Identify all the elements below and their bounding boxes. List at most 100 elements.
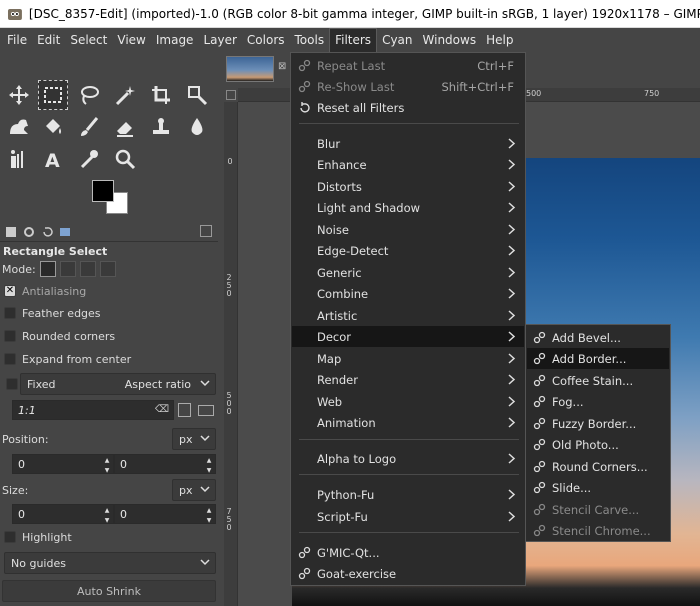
fuzzy-select-icon[interactable] [110, 80, 140, 110]
menu-item-decor[interactable]: Decor [292, 326, 524, 347]
color-picker-icon[interactable] [74, 144, 104, 174]
size-w-spinner[interactable]: ▲ ▼ [102, 505, 112, 525]
zoom-icon[interactable] [110, 144, 140, 174]
antialiasing-checkbox[interactable]: ✕ [4, 285, 16, 297]
fg-bg-colors[interactable] [92, 180, 132, 216]
ruler-corner-icon[interactable] [226, 90, 236, 100]
smudge-icon[interactable] [182, 112, 212, 142]
position-y-spinner[interactable]: ▲ ▼ [204, 455, 214, 475]
warp-icon[interactable] [4, 112, 34, 142]
position-y-input[interactable]: 0 ▲ ▼ [114, 454, 216, 474]
mode-subtract-icon[interactable] [79, 261, 96, 277]
menu-item-distorts[interactable]: Distorts [292, 176, 524, 197]
close-icon[interactable]: ⊠ [278, 62, 288, 72]
menu-item-light-and-shadow[interactable]: Light and Shadow [292, 197, 524, 218]
ratio-input[interactable]: 1:1 ⌫ [12, 400, 174, 420]
menu-item-edge-detect[interactable]: Edge-Detect [292, 240, 524, 261]
menu-item-artistic[interactable]: Artistic [292, 305, 524, 326]
position-x-spinner[interactable]: ▲ ▼ [102, 455, 112, 475]
landscape-icon[interactable] [198, 405, 214, 416]
size-h-input[interactable]: 0 ▲ ▼ [114, 504, 216, 524]
size-unit-combo[interactable]: px [172, 479, 216, 501]
foreground-color-swatch[interactable] [92, 180, 114, 202]
move-tool-icon[interactable] [4, 80, 34, 110]
feather-edges-checkbox[interactable] [4, 307, 16, 319]
antialiasing-option[interactable]: ✕ Antialiasing [4, 282, 86, 300]
image-thumbnail[interactable] [226, 56, 274, 82]
rounded-corners-option[interactable]: Rounded corners [4, 327, 115, 345]
image-tab[interactable]: ⊠ [224, 52, 290, 86]
images-tab-icon[interactable] [58, 225, 72, 239]
menu-item-animation[interactable]: Animation [292, 412, 524, 433]
menu-edit[interactable]: Edit [32, 28, 65, 52]
menu-item-map[interactable]: Map [292, 348, 524, 369]
tool-options-tab-icon[interactable] [4, 225, 18, 239]
menu-tools[interactable]: Tools [290, 28, 330, 52]
menu-item-add-bevel[interactable]: Add Bevel... [527, 327, 669, 348]
menu-item-enhance[interactable]: Enhance [292, 154, 524, 175]
menu-cyan[interactable]: Cyan [377, 28, 417, 52]
position-unit-combo[interactable]: px [172, 428, 216, 450]
menu-item-stencil-chrome[interactable]: Stencil Chrome... [527, 520, 669, 541]
expand-from-center-option[interactable]: Expand from center [4, 350, 131, 368]
menu-item-web[interactable]: Web [292, 391, 524, 412]
rectangle-select-icon[interactable] [38, 80, 68, 110]
highlight-checkbox[interactable] [4, 531, 16, 543]
menu-item-goat-exercise[interactable]: Goat-exercise [292, 563, 524, 584]
auto-shrink-button[interactable]: Auto Shrink [2, 580, 216, 602]
fixed-checkbox[interactable] [6, 378, 18, 390]
menu-item-combine[interactable]: Combine [292, 283, 524, 304]
menu-item-repeat-last[interactable]: Repeat Last Ctrl+F [292, 55, 524, 76]
highlight-option[interactable]: Highlight [4, 528, 72, 546]
menu-file[interactable]: File [2, 28, 32, 52]
expand-from-center-checkbox[interactable] [4, 353, 16, 365]
fixed-mode-combo[interactable]: Fixed Aspect ratio [20, 373, 216, 395]
menu-item-gmic-qt[interactable]: G'MIC-Qt... [292, 542, 524, 563]
menu-item-script-fu[interactable]: Script-Fu [292, 506, 524, 527]
clone-stamp-icon[interactable] [146, 112, 176, 142]
paintbrush-icon[interactable] [74, 112, 104, 142]
menu-item-slide[interactable]: Slide... [527, 477, 669, 498]
menu-item-add-border[interactable]: Add Border... [527, 348, 669, 369]
menu-item-generic[interactable]: Generic [292, 262, 524, 283]
transform-icon[interactable] [182, 80, 212, 110]
menu-item-render[interactable]: Render [292, 369, 524, 390]
menu-item-fuzzy-border[interactable]: Fuzzy Border... [527, 413, 669, 434]
mode-replace-icon[interactable] [39, 261, 56, 277]
position-x-input[interactable]: 0 ▲ ▼ [12, 454, 114, 474]
crop-icon[interactable] [146, 80, 176, 110]
menu-help[interactable]: Help [481, 28, 518, 52]
menu-item-coffee-stain[interactable]: Coffee Stain... [527, 370, 669, 391]
portrait-icon[interactable] [178, 403, 191, 417]
menu-item-fog[interactable]: Fog... [527, 391, 669, 412]
device-status-tab-icon[interactable] [22, 225, 36, 239]
menu-view[interactable]: View [112, 28, 150, 52]
menu-windows[interactable]: Windows [418, 28, 482, 52]
guides-combo[interactable]: No guides [4, 552, 216, 574]
menu-item-old-photo[interactable]: Old Photo... [527, 434, 669, 455]
size-w-input[interactable]: 0 ▲ ▼ [12, 504, 114, 524]
clear-icon[interactable]: ⌫ [155, 404, 169, 415]
menu-item-blur[interactable]: Blur [292, 133, 524, 154]
menu-item-noise[interactable]: Noise [292, 219, 524, 240]
mode-add-icon[interactable] [59, 261, 76, 277]
menu-image[interactable]: Image [151, 28, 199, 52]
menu-item-round-corners[interactable]: Round Corners... [527, 456, 669, 477]
menu-select[interactable]: Select [65, 28, 112, 52]
menu-item-alpha-to-logo[interactable]: Alpha to Logo [292, 448, 524, 469]
menu-item-stencil-carve[interactable]: Stencil Carve... [527, 499, 669, 520]
text-tool-icon[interactable]: A [38, 144, 68, 174]
menu-item-python-fu[interactable]: Python-Fu [292, 484, 524, 505]
menu-item-re-show-last[interactable]: Re-Show Last Shift+Ctrl+F [292, 76, 524, 97]
menu-filters[interactable]: Filters [329, 28, 378, 52]
lasso-select-icon[interactable] [74, 80, 104, 110]
feather-edges-option[interactable]: Feather edges [4, 304, 101, 322]
undo-history-tab-icon[interactable] [40, 225, 54, 239]
menu-item-reset-all-filters[interactable]: Reset all Filters [292, 97, 524, 118]
rounded-corners-checkbox[interactable] [4, 330, 16, 342]
menu-layer[interactable]: Layer [198, 28, 241, 52]
mode-intersect-icon[interactable] [99, 261, 116, 277]
size-h-spinner[interactable]: ▲ ▼ [204, 505, 214, 525]
paths-icon[interactable] [4, 144, 34, 174]
configure-tab-icon[interactable] [200, 225, 212, 237]
